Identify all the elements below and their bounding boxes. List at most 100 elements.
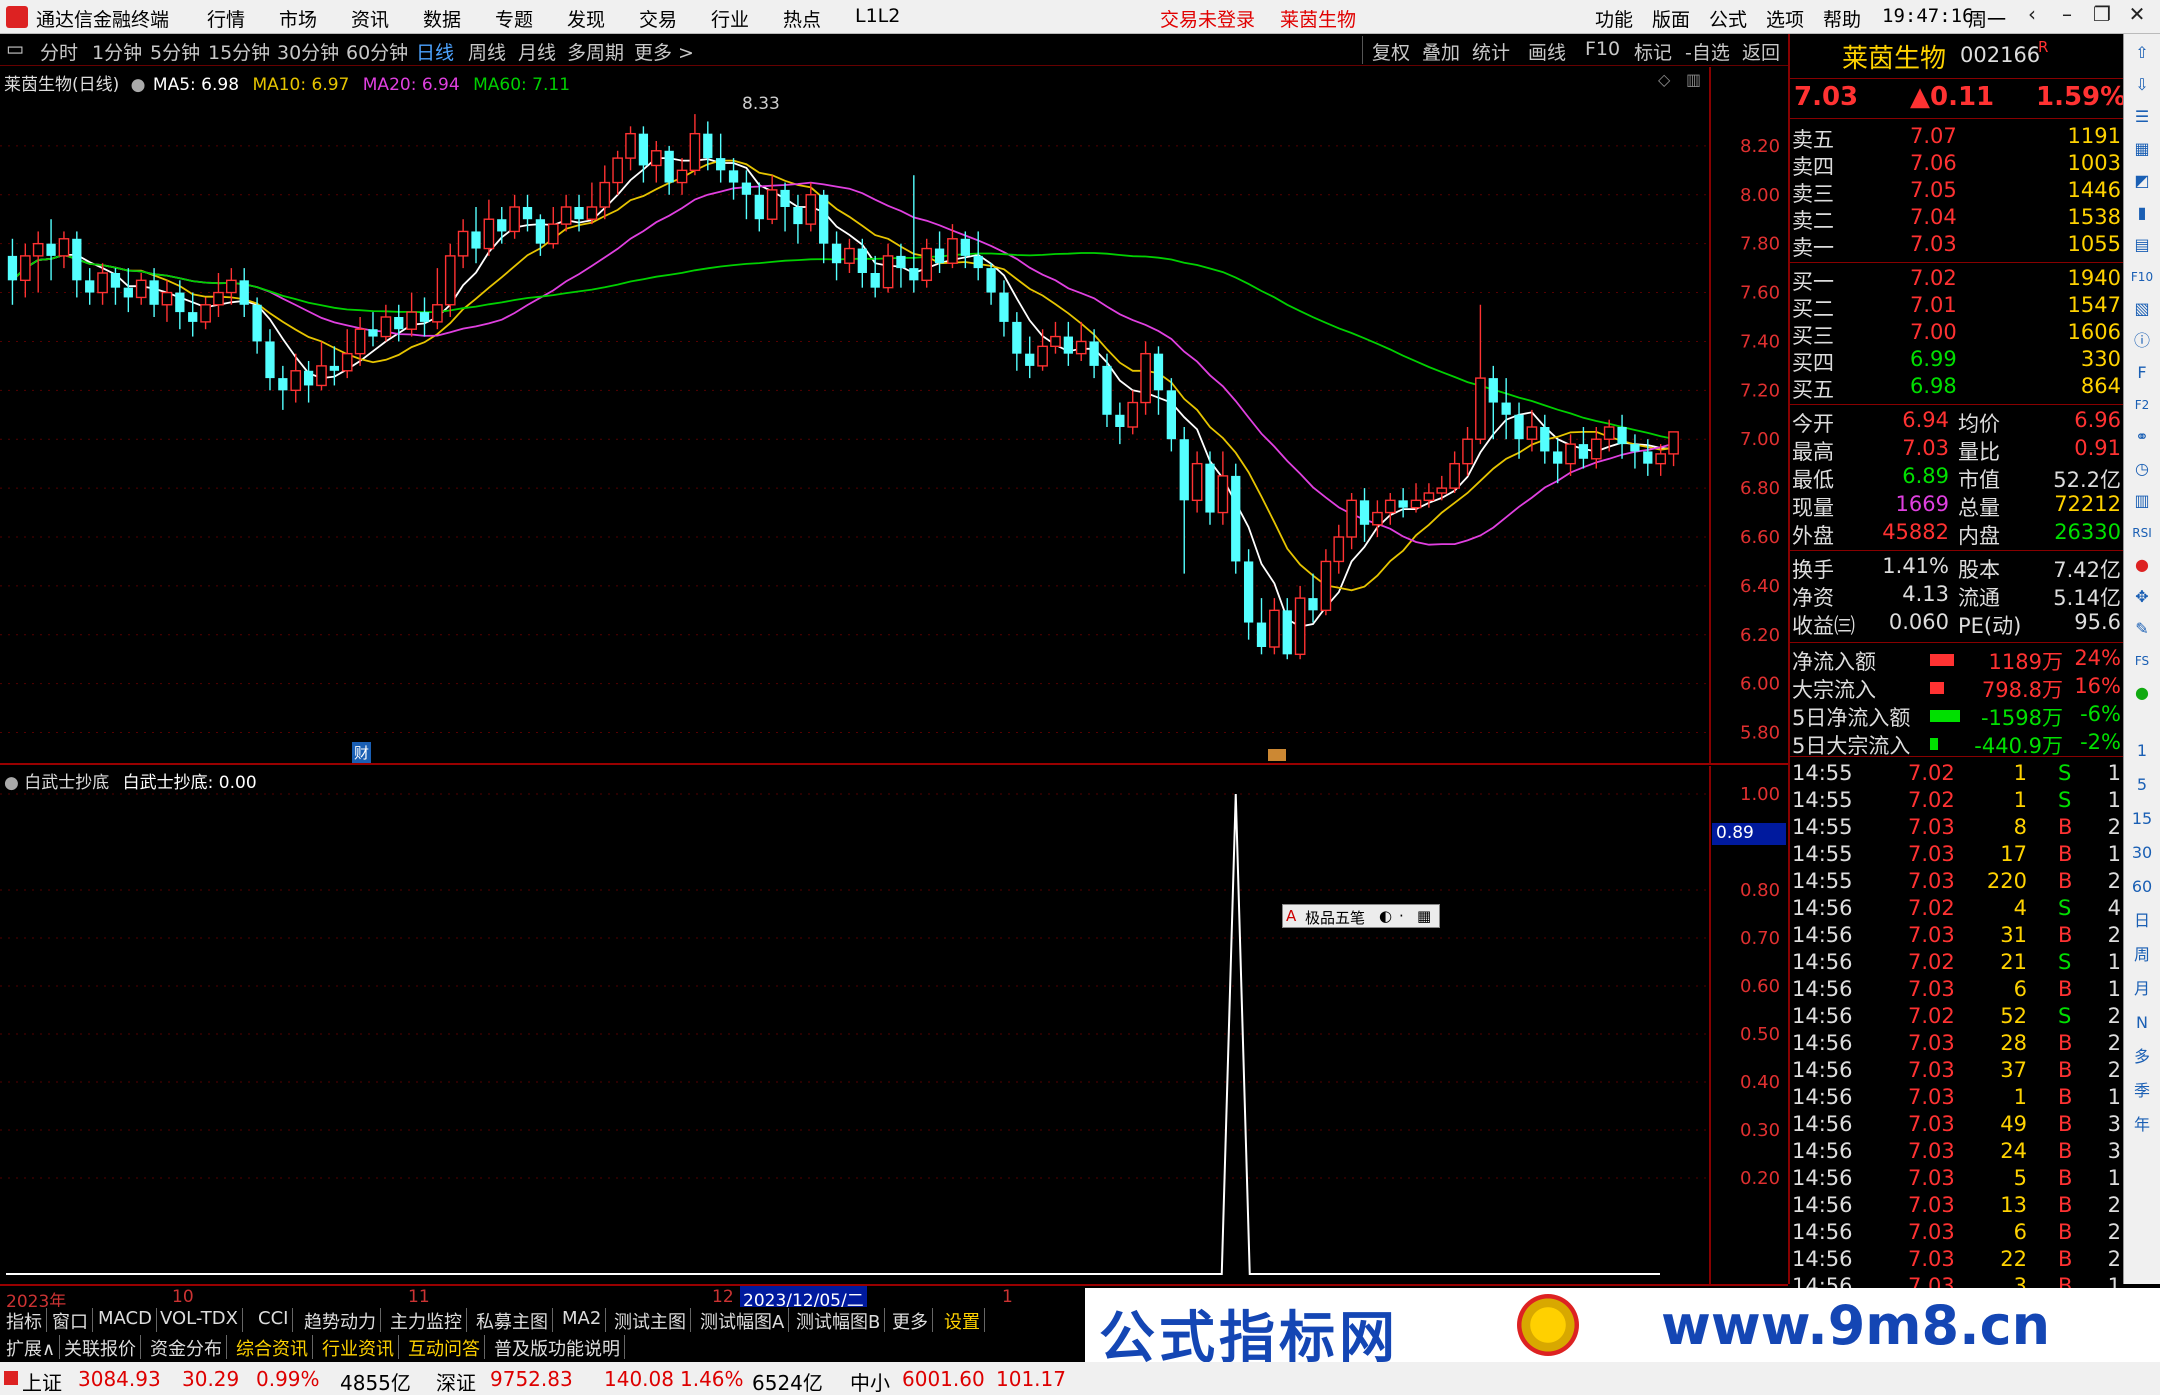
menu-jiaoyi[interactable]: 交易 bbox=[639, 5, 677, 32]
indicator-tab-6[interactable]: 主力监控 bbox=[386, 1308, 467, 1333]
indicator-tab-8[interactable]: MA2 bbox=[558, 1308, 607, 1332]
info-tab-3[interactable]: 综合资讯 bbox=[232, 1335, 313, 1360]
info-tab-0[interactable]: 扩展∧ bbox=[2, 1335, 61, 1360]
list-icon[interactable]: ☰ bbox=[2128, 104, 2156, 130]
tool-biaoji[interactable]: 标记 bbox=[1634, 38, 1672, 65]
period-more[interactable]: 更多 > bbox=[634, 38, 694, 65]
period-shortcut-3[interactable]: 30 bbox=[2128, 840, 2156, 866]
period-weekly[interactable]: 周线 bbox=[468, 38, 506, 65]
red-icon[interactable]: ● bbox=[2128, 552, 2156, 578]
sz-name[interactable]: 深证 bbox=[436, 1367, 476, 1395]
indicator-tab-4[interactable]: CCI bbox=[254, 1308, 294, 1332]
period-shortcut-0[interactable]: 1 bbox=[2128, 738, 2156, 764]
ime-dot-icon[interactable]: · bbox=[1399, 907, 1404, 925]
tool-fanhui[interactable]: 返回 bbox=[1742, 38, 1780, 65]
tool-tongji[interactable]: 统计 bbox=[1472, 38, 1510, 65]
period-shortcut-11[interactable]: 年 bbox=[2128, 1112, 2156, 1138]
green-icon[interactable]: ● bbox=[2128, 680, 2156, 706]
down-arrow-icon[interactable]: ⇩ bbox=[2128, 72, 2156, 98]
doc-icon[interactable]: ▧ bbox=[2128, 296, 2156, 322]
period-1min[interactable]: 1分钟 bbox=[92, 38, 142, 65]
finance-marker-icon[interactable]: 财 bbox=[352, 742, 372, 763]
indicator-tab-5[interactable]: 趋势动力 bbox=[300, 1308, 381, 1333]
table-icon[interactable]: ▤ bbox=[2128, 232, 2156, 258]
zx-name[interactable]: 中小 bbox=[850, 1367, 890, 1395]
indicator-tab-0[interactable]: 指标 bbox=[2, 1308, 47, 1333]
menu-xuanxiang[interactable]: 选项 bbox=[1766, 5, 1804, 32]
indicator-tab-11[interactable]: 测试幅图B bbox=[792, 1308, 886, 1333]
sh-name[interactable]: 上证 bbox=[22, 1367, 62, 1395]
up-arrow-icon[interactable]: ⇧ bbox=[2128, 40, 2156, 66]
rsi-icon[interactable]: RSI bbox=[2128, 520, 2156, 546]
event-marker-icon[interactable] bbox=[1268, 749, 1286, 761]
menu-banmian[interactable]: 版面 bbox=[1652, 5, 1690, 32]
period-60min[interactable]: 60分钟 bbox=[346, 38, 408, 65]
ime-name[interactable]: 极品五笔 bbox=[1305, 907, 1365, 928]
pen-icon[interactable]: ✎ bbox=[2128, 616, 2156, 642]
period-shortcut-5[interactable]: 日 bbox=[2128, 908, 2156, 934]
collapse-icon[interactable]: ◇ bbox=[1658, 70, 1670, 89]
indicator-tab-7[interactable]: 私募主图 bbox=[472, 1308, 553, 1333]
info-tab-5[interactable]: 互动问答 bbox=[404, 1335, 485, 1360]
indicator-tab-12[interactable]: 更多 bbox=[888, 1308, 933, 1333]
indicator-chart[interactable]: 1.00 0.80 0.70 0.60 0.50 0.40 0.30 0.20 bbox=[0, 766, 1788, 1284]
period-shortcut-8[interactable]: N bbox=[2128, 1010, 2156, 1036]
menu-shichang[interactable]: 市场 bbox=[279, 5, 317, 32]
kline-chart[interactable]: 8.20 8.00 7.80 7.60 7.40 7.20 7.00 6.80 6.60 6.40… bbox=[0, 67, 1788, 765]
bar-icon[interactable]: ▥ bbox=[2128, 488, 2156, 514]
login-status[interactable]: 交易未登录 bbox=[1160, 5, 1255, 32]
expand-icon[interactable]: ▥ bbox=[1686, 70, 1701, 89]
period-shortcut-1[interactable]: 5 bbox=[2128, 772, 2156, 798]
f10-icon[interactable]: F10 bbox=[2128, 264, 2156, 290]
menu-faxian[interactable]: 发现 bbox=[567, 5, 605, 32]
ime-moon-icon[interactable]: ◐ bbox=[1379, 907, 1392, 925]
window-icon[interactable]: ▭ bbox=[6, 38, 24, 60]
menu-bangzhu[interactable]: 帮助 bbox=[1823, 5, 1861, 32]
ime-a-icon[interactable]: A bbox=[1286, 907, 1296, 925]
period-5min[interactable]: 5分钟 bbox=[150, 38, 200, 65]
tool-diejia[interactable]: 叠加 bbox=[1422, 38, 1460, 65]
indicator-tab-2[interactable]: MACD bbox=[94, 1308, 157, 1332]
close-icon[interactable]: ✕ bbox=[2120, 2, 2154, 30]
period-shortcut-7[interactable]: 月 bbox=[2128, 976, 2156, 1002]
candle-icon[interactable]: ▮ bbox=[2128, 200, 2156, 226]
period-shortcut-2[interactable]: 15 bbox=[2128, 806, 2156, 832]
menu-redian[interactable]: 热点 bbox=[783, 5, 821, 32]
tool-fuquan[interactable]: 复权 bbox=[1372, 38, 1410, 65]
ime-keyboard-icon[interactable]: ▦ bbox=[1417, 907, 1431, 925]
back-icon[interactable]: ‹ bbox=[2015, 2, 2049, 30]
period-shortcut-6[interactable]: 周 bbox=[2128, 942, 2156, 968]
chart-icon[interactable]: ◩ bbox=[2128, 168, 2156, 194]
tool-f10[interactable]: F10 bbox=[1585, 38, 1620, 60]
maximize-icon[interactable]: ❐ bbox=[2085, 2, 2119, 30]
indicator-tab-3[interactable]: VOL-TDX bbox=[156, 1308, 243, 1332]
menu-shuju[interactable]: 数据 bbox=[423, 5, 461, 32]
ime-toolbar[interactable]: A 极品五笔 ◐ · ▦ bbox=[1282, 904, 1440, 928]
menu-zixun[interactable]: 资讯 bbox=[351, 5, 389, 32]
indicator-tab-1[interactable]: 窗口 bbox=[48, 1308, 93, 1333]
minimize-icon[interactable]: – bbox=[2050, 2, 2084, 30]
f-icon[interactable]: F bbox=[2128, 360, 2156, 386]
period-shortcut-9[interactable]: 多 bbox=[2128, 1044, 2156, 1070]
ind-name[interactable]: 白武士抄底 bbox=[24, 773, 109, 793]
fs-icon[interactable]: FS bbox=[2128, 648, 2156, 674]
period-fenshi[interactable]: 分时 bbox=[40, 38, 78, 65]
period-shortcut-10[interactable]: 季 bbox=[2128, 1078, 2156, 1104]
indicator-tab-10[interactable]: 测试幅图A bbox=[696, 1308, 790, 1333]
f2-icon[interactable]: F2 bbox=[2128, 392, 2156, 418]
clock-icon[interactable]: ◷ bbox=[2128, 456, 2156, 482]
period-daily[interactable]: 日线 bbox=[416, 38, 454, 65]
indicator-tab-9[interactable]: 测试主图 bbox=[610, 1308, 691, 1333]
dpad-icon[interactable]: ✥ bbox=[2128, 584, 2156, 610]
info-tab-6[interactable]: 普及版功能说明 bbox=[490, 1335, 625, 1360]
info-tab-1[interactable]: 关联报价 bbox=[60, 1335, 141, 1360]
period-30min[interactable]: 30分钟 bbox=[277, 38, 339, 65]
tool-zixuan[interactable]: -自选 bbox=[1685, 38, 1730, 65]
info-tab-4[interactable]: 行业资讯 bbox=[318, 1335, 399, 1360]
menu-gongshi[interactable]: 公式 bbox=[1709, 5, 1747, 32]
menu-hangqing[interactable]: 行情 bbox=[207, 5, 245, 32]
period-shortcut-4[interactable]: 60 bbox=[2128, 874, 2156, 900]
tool-huaxian[interactable]: 画线 bbox=[1528, 38, 1566, 65]
legend-toggle-icon[interactable]: ● bbox=[131, 75, 146, 95]
grid-icon[interactable]: ▦ bbox=[2128, 136, 2156, 162]
